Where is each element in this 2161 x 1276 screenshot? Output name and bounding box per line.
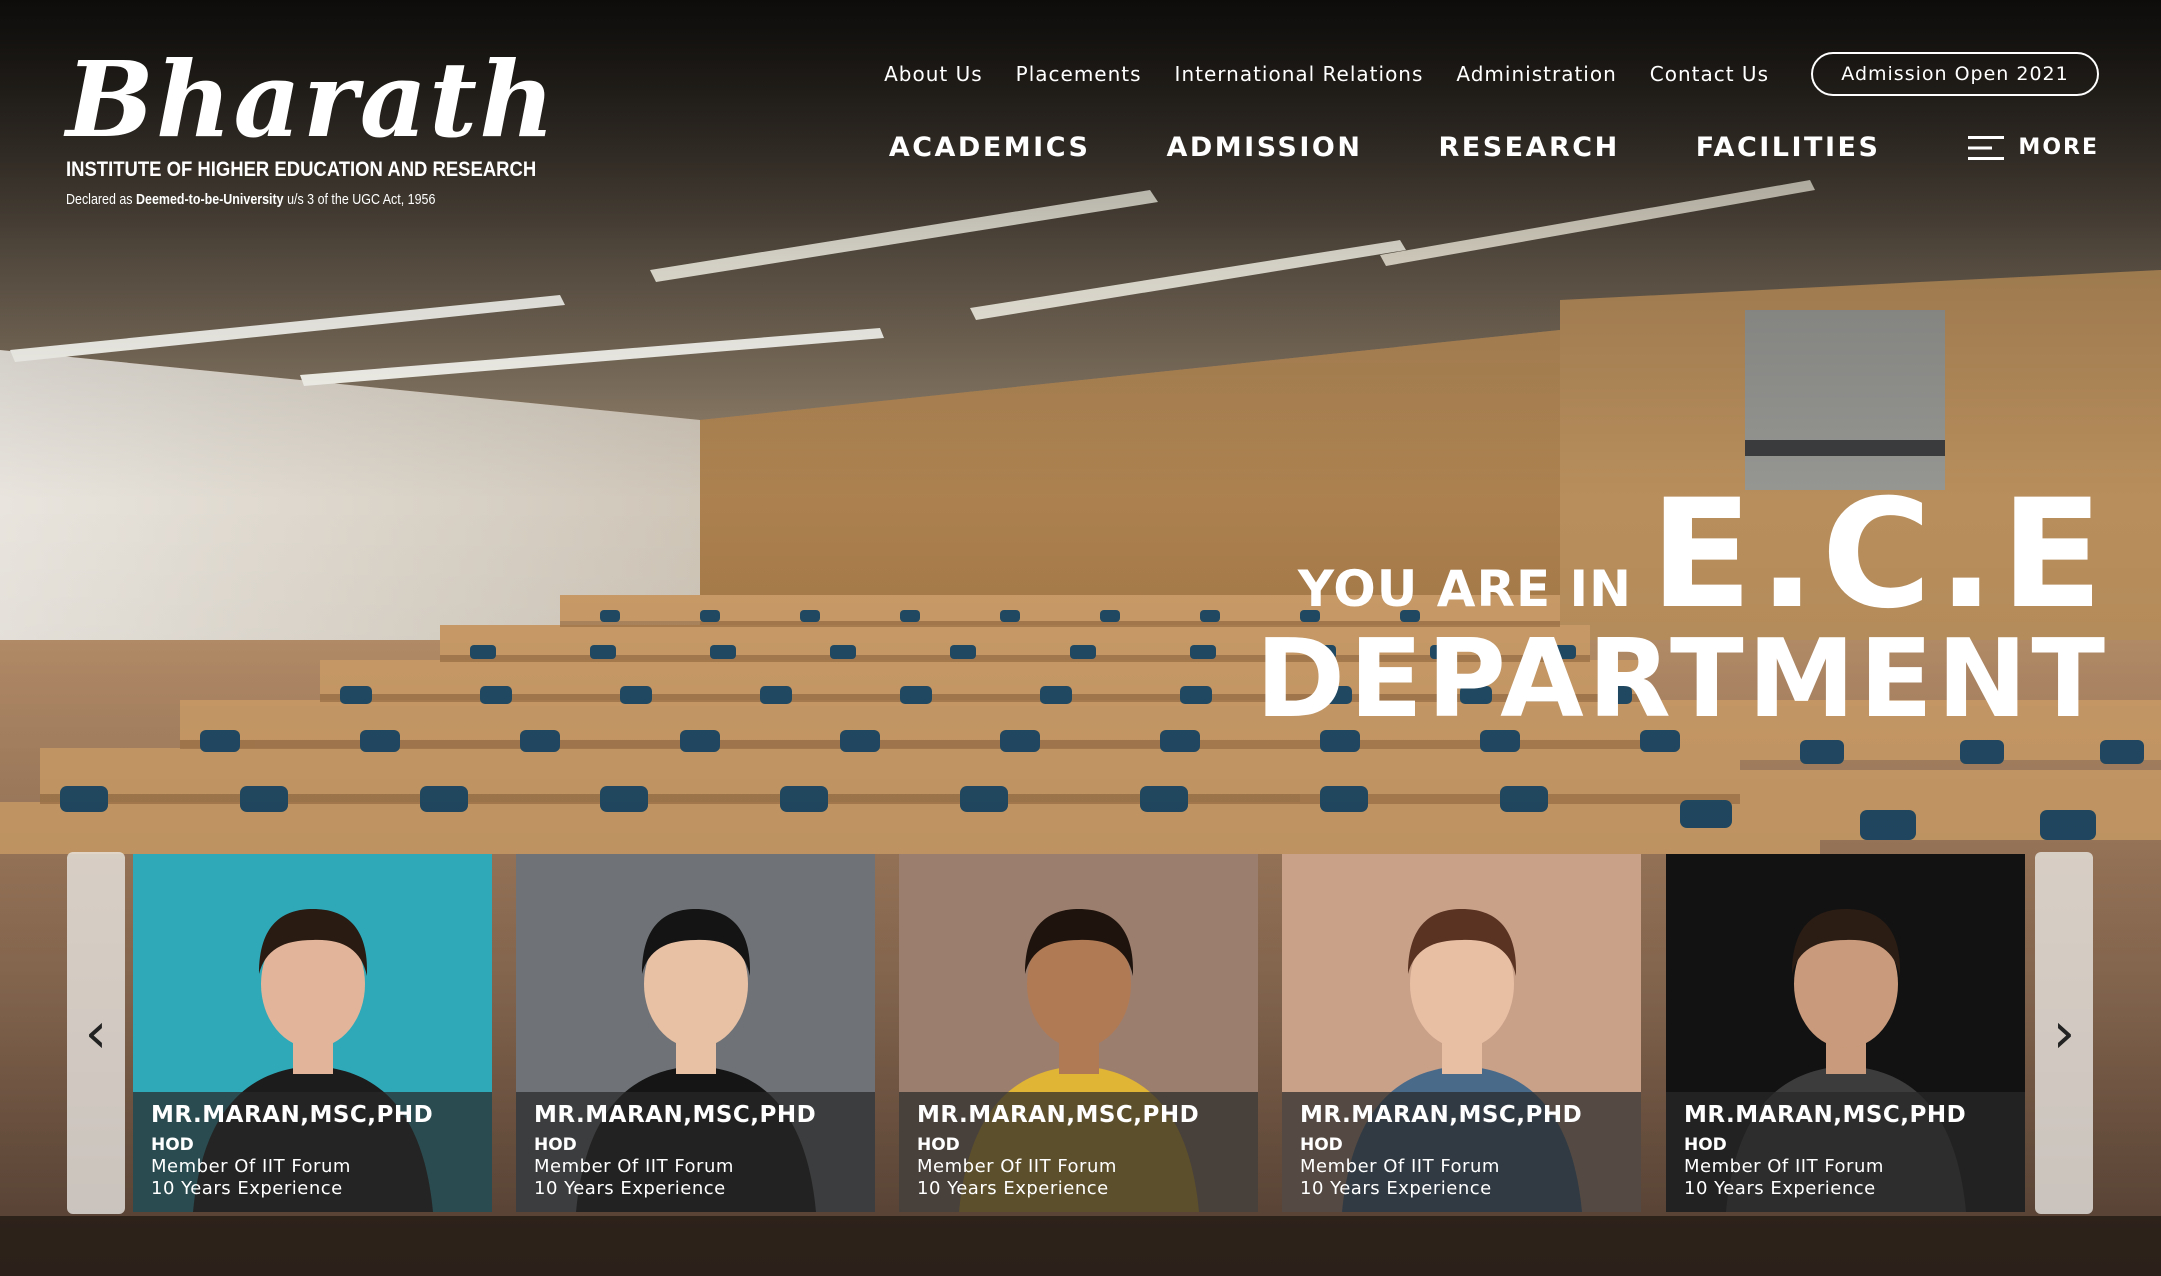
- faculty-card-info: MR.MARAN,MSC,PHD HOD Member Of IIT Forum 10…: [1666, 1092, 2025, 1212]
- faculty-membership: Member Of IIT Forum: [151, 1156, 351, 1177]
- faculty-experience: 10 Years Experience: [1684, 1178, 1876, 1199]
- faculty-experience: 10 Years Experience: [917, 1178, 1109, 1199]
- faculty-role: HOD: [1300, 1135, 1343, 1155]
- chevron-right-icon: ›: [2052, 1000, 2076, 1066]
- nav-link-about-us[interactable]: About Us: [884, 62, 983, 86]
- faculty-card-info: MR.MARAN,MSC,PHD HOD Member Of IIT Forum 10…: [899, 1092, 1258, 1212]
- main-nav-admission[interactable]: ADMISSION: [1166, 132, 1362, 163]
- faculty-card[interactable]: MR.MARAN,MSC,PHD HOD Member Of IIT Forum 10…: [899, 854, 1258, 1212]
- faculty-card[interactable]: MR.MARAN,MSC,PHD HOD Member Of IIT Forum 10…: [516, 854, 875, 1212]
- more-label: MORE: [2018, 135, 2099, 160]
- faculty-name: MR.MARAN,MSC,PHD: [1300, 1102, 1583, 1128]
- faculty-name: MR.MARAN,MSC,PHD: [534, 1102, 817, 1128]
- faculty-membership: Member Of IIT Forum: [534, 1156, 734, 1177]
- nav-link-placements[interactable]: Placements: [1016, 62, 1142, 86]
- declaration-suffix: u/s 3 of the UGC Act, 1956: [283, 192, 436, 208]
- logo-wordmark: Bharath: [66, 38, 557, 161]
- hamburger-icon: [1968, 135, 2005, 160]
- faculty-membership: Member Of IIT Forum: [1684, 1156, 1884, 1177]
- site-logo[interactable]: Bharath INSTITUTE OF HIGHER EDUCATION AN…: [66, 38, 557, 209]
- admission-open-button[interactable]: Admission Open 2021: [1811, 52, 2099, 96]
- faculty-membership: Member Of IIT Forum: [917, 1156, 1117, 1177]
- faculty-carousel: ‹ MR.MARAN,MSC,PHD HOD Member Of IIT Forum…: [67, 852, 2093, 1214]
- main-nav-academics[interactable]: ACADEMICS: [889, 132, 1091, 163]
- faculty-experience: 10 Years Experience: [1300, 1178, 1492, 1199]
- faculty-role: HOD: [534, 1135, 577, 1155]
- main-nav-research[interactable]: RESEARCH: [1438, 132, 1619, 163]
- faculty-card-info: MR.MARAN,MSC,PHD HOD Member Of IIT Forum 10…: [516, 1092, 875, 1212]
- nav-link-international-relations[interactable]: International Relations: [1175, 62, 1424, 86]
- faculty-experience: 10 Years Experience: [534, 1178, 726, 1199]
- faculty-card[interactable]: MR.MARAN,MSC,PHD HOD Member Of IIT Forum 10…: [133, 854, 492, 1212]
- more-menu-button[interactable]: MORE: [1968, 135, 2099, 161]
- faculty-role: HOD: [1684, 1135, 1727, 1155]
- declaration-emphasis: Deemed-to-be-University: [136, 192, 284, 208]
- faculty-card[interactable]: MR.MARAN,MSC,PHD HOD Member Of IIT Forum 10…: [1282, 854, 1641, 1212]
- faculty-card[interactable]: MR.MARAN,MSC,PHD HOD Member Of IIT Forum 10…: [1666, 854, 2025, 1212]
- main-navigation: ACADEMICS ADMISSION RESEARCH FACILITIES …: [813, 132, 2099, 163]
- faculty-name: MR.MARAN,MSC,PHD: [151, 1102, 434, 1128]
- faculty-role: HOD: [151, 1135, 194, 1155]
- main-nav-facilities[interactable]: FACILITIES: [1696, 132, 1881, 163]
- nav-link-contact-us[interactable]: Contact Us: [1650, 62, 1769, 86]
- faculty-card-info: MR.MARAN,MSC,PHD HOD Member Of IIT Forum 10…: [1282, 1092, 1641, 1212]
- hero-title-line1: YOU ARE IN E.C.E: [1255, 468, 2109, 642]
- faculty-role: HOD: [917, 1135, 960, 1155]
- carousel-prev-button[interactable]: ‹: [67, 852, 125, 1214]
- faculty-name: MR.MARAN,MSC,PHD: [917, 1102, 1200, 1128]
- faculty-card-info: MR.MARAN,MSC,PHD HOD Member Of IIT Forum 10…: [133, 1092, 492, 1212]
- top-navigation: About Us Placements International Relati…: [851, 52, 2099, 96]
- nav-link-administration[interactable]: Administration: [1456, 62, 1616, 86]
- hero-department-code: E.C.E: [1650, 468, 2109, 642]
- chevron-left-icon: ‹: [84, 1000, 108, 1066]
- hero-department-word: DEPARTMENT: [1255, 617, 2109, 742]
- faculty-membership: Member Of IIT Forum: [1300, 1156, 1500, 1177]
- faculty-name: MR.MARAN,MSC,PHD: [1684, 1102, 1967, 1128]
- faculty-experience: 10 Years Experience: [151, 1178, 343, 1199]
- logo-subtitle: INSTITUTE OF HIGHER EDUCATION AND RESEAR…: [66, 158, 537, 181]
- carousel-next-button[interactable]: ›: [2035, 852, 2093, 1214]
- hero-title: YOU ARE IN E.C.E DEPARTMENT: [1255, 468, 2109, 742]
- logo-declaration: Declared as Deemed-to-be-University u/s …: [66, 192, 435, 208]
- hero-prefix: YOU ARE IN: [1297, 560, 1633, 618]
- declaration-prefix: Declared as: [66, 192, 137, 208]
